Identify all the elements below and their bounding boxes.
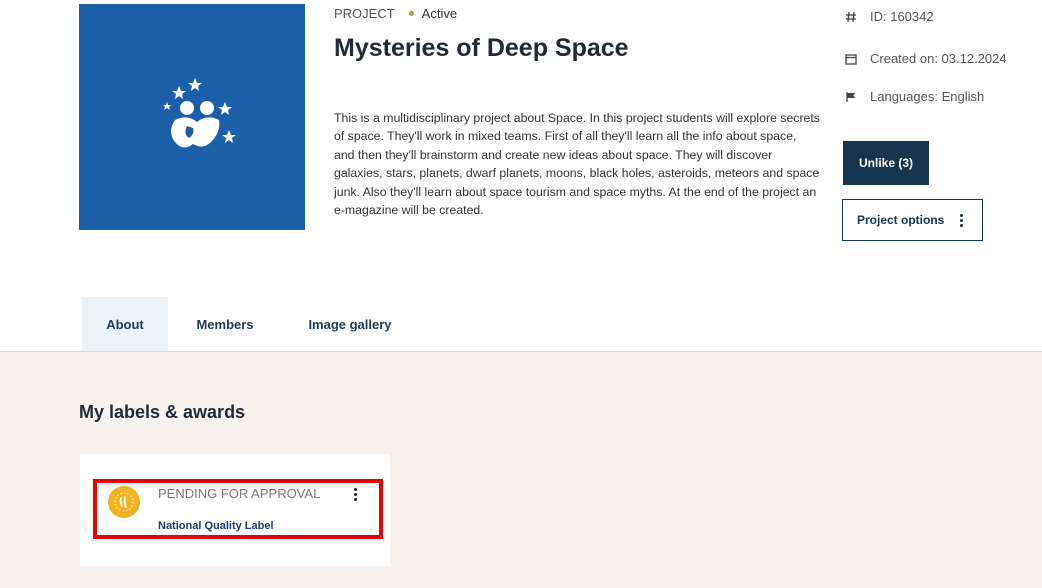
project-type-label: PROJECT — [334, 6, 395, 21]
etwinning-logo-icon — [163, 78, 236, 148]
calendar-icon — [844, 53, 858, 65]
project-image — [79, 4, 305, 230]
status-dot-icon — [408, 11, 414, 16]
project-options-label: Project options — [857, 213, 945, 227]
created-row: Created on: 03.12.2024 — [844, 51, 1007, 66]
flag-icon — [844, 91, 858, 103]
tab-image-gallery[interactable]: Image gallery — [290, 297, 410, 351]
project-status: Active — [421, 6, 458, 21]
kebab-menu-icon — [960, 213, 964, 227]
languages-row: Languages: English — [844, 89, 984, 104]
label-name: National Quality Label — [158, 520, 274, 532]
unlike-button[interactable]: Unlike (3) — [843, 141, 929, 185]
quality-label-badge-icon — [108, 486, 140, 518]
created-date: Created on: 03.12.2024 — [870, 51, 1007, 66]
project-options-button[interactable]: Project options — [842, 199, 983, 241]
project-meta: PROJECT Active — [334, 6, 457, 21]
label-menu-icon[interactable] — [354, 488, 357, 501]
label-status: PENDING FOR APPROVAL — [158, 486, 321, 501]
project-title: Mysteries of Deep Space — [334, 34, 629, 62]
tab-bar: About Members Image gallery — [0, 297, 1042, 352]
tab-about[interactable]: About — [82, 297, 168, 351]
hash-icon — [844, 11, 858, 23]
project-id: ID: 160342 — [870, 9, 934, 24]
section-title: My labels & awards — [79, 402, 246, 422]
tab-members[interactable]: Members — [180, 297, 270, 351]
project-description: This is a multidisciplinary project abou… — [334, 111, 820, 218]
languages: Languages: English — [870, 89, 985, 104]
labels-section: My labels & awards — [0, 352, 1042, 588]
project-id-row: ID: 160342 — [844, 9, 934, 24]
